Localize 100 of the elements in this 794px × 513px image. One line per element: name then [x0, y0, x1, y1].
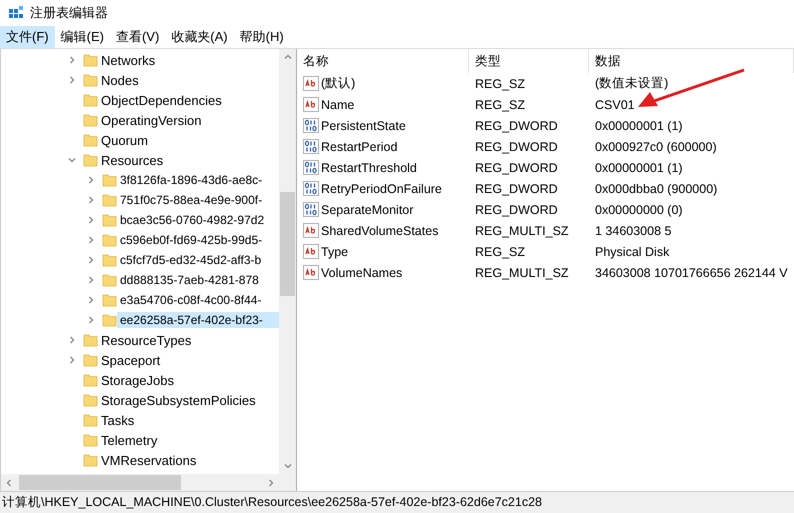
folder-icon [83, 132, 98, 148]
chevron-right-icon[interactable] [87, 316, 95, 324]
table-cell-text: REG_SZ [474, 244, 526, 260]
string-value-icon [303, 97, 319, 112]
table-cell-text: REG_DWORD [474, 180, 559, 198]
value-name: Name [321, 98, 354, 112]
tree-item[interactable]: dd888135-7aeb-4281-878 [117, 272, 262, 288]
table-cell-text: (数值未设置) [594, 75, 670, 92]
tree-item[interactable]: Nodes [98, 72, 142, 88]
folder-icon [102, 172, 117, 188]
menu-item[interactable]: 查看(V) [110, 26, 166, 48]
folder-icon [83, 392, 98, 408]
string-value-icon [303, 76, 319, 91]
folder-icon [102, 192, 117, 208]
tree-item[interactable]: c5fcf7d5-ed32-45d2-aff3-b [117, 252, 264, 268]
tree-item[interactable]: Resources [98, 152, 166, 168]
folder-icon [102, 232, 117, 248]
tree-item[interactable]: e3a54706-c08f-4c00-8f44- [117, 292, 264, 308]
table-cell-text: CSV01 [594, 96, 636, 114]
menu-item[interactable]: 帮助(H) [234, 26, 290, 48]
chevron-right-icon[interactable] [87, 196, 95, 204]
column-header[interactable]: 类型 [469, 49, 589, 73]
chevron-right-icon[interactable] [68, 76, 76, 84]
value-name: SharedVolumeStates [321, 224, 438, 238]
table-cell-text: REG_SZ [474, 76, 526, 92]
folder-icon [83, 92, 98, 108]
chevron-up-icon[interactable] [284, 53, 292, 61]
tree-item[interactable]: bcae3c56-0760-4982-97d2 [117, 212, 268, 228]
status-bar: 计算机\HKEY_LOCAL_MACHINE\0.Cluster\Resources\ee26258a-57ef-402e-bf23-62d6e7c21c28 [0, 491, 794, 513]
folder-icon [102, 212, 117, 228]
tree-item[interactable]: ObjectDependencies [98, 92, 225, 108]
scrollbar-thumb[interactable] [19, 475, 181, 490]
folder-icon [102, 252, 117, 268]
tree-item[interactable]: Tasks [98, 412, 138, 428]
binary-value-icon [303, 160, 319, 175]
chevron-down-icon[interactable] [284, 462, 292, 470]
tree-item[interactable]: VMReservations [98, 452, 200, 468]
chevron-right-icon[interactable] [267, 478, 275, 486]
value-name: (默认) [321, 75, 356, 92]
table-cell-text: REG_DWORD [474, 202, 559, 218]
value-name: Type [321, 244, 348, 258]
folder-icon [102, 312, 117, 328]
binary-value-icon [303, 118, 319, 133]
menu-item[interactable]: 编辑(E) [54, 26, 110, 48]
folder-icon [102, 272, 117, 288]
folder-icon [102, 292, 117, 308]
value-name: VolumeNames [321, 266, 402, 280]
tree-item[interactable]: Networks [98, 52, 158, 68]
chevron-left-icon[interactable] [5, 478, 13, 486]
folder-icon [83, 112, 98, 128]
scrollbar-thumb[interactable] [280, 192, 295, 296]
table-cell-text: REG_DWORD [474, 160, 559, 176]
chevron-right-icon[interactable] [87, 176, 95, 184]
table-cell-text: 1 34603008 5 [594, 222, 672, 240]
chevron-right-icon[interactable] [87, 296, 95, 304]
folder-icon [83, 432, 98, 448]
window-title: 注册表编辑器 [30, 4, 108, 22]
tree-item[interactable]: 3f8126fa-1896-43d6-ae8c- [117, 172, 266, 188]
tree-item[interactable]: Quorum [98, 132, 151, 148]
value-name: PersistentState [321, 118, 406, 132]
table-cell-text: REG_MULTI_SZ [474, 264, 570, 282]
chevron-right-icon[interactable] [68, 356, 76, 364]
string-value-icon [303, 244, 319, 259]
tree-item[interactable]: ee26258a-57ef-402e-bf23- [117, 312, 279, 328]
table-cell-text: REG_SZ [474, 96, 526, 114]
chevron-down-icon[interactable] [68, 156, 76, 164]
binary-value-icon [303, 181, 319, 196]
horizontal-scrollbar[interactable] [1, 474, 279, 491]
folder-icon [83, 152, 98, 168]
vertical-scrollbar[interactable] [279, 49, 296, 474]
tree-item[interactable]: ResourceTypes [98, 332, 194, 348]
chevron-right-icon[interactable] [87, 256, 95, 264]
menu-item[interactable]: 收藏夹(A) [165, 26, 234, 48]
chevron-right-icon[interactable] [68, 56, 76, 64]
tree-item[interactable]: OperatingVersion [98, 112, 204, 128]
chevron-right-icon[interactable] [68, 336, 76, 344]
value-name: RestartPeriod [321, 140, 398, 154]
chevron-right-icon[interactable] [87, 216, 95, 224]
menu-item[interactable]: 文件(F) [0, 26, 55, 48]
folder-icon [83, 332, 98, 348]
tree-item[interactable]: c596eb0f-fd69-425b-99d5- [117, 232, 266, 248]
chevron-right-icon[interactable] [87, 236, 95, 244]
table-cell-text: 0x00000000 (0) [594, 202, 684, 219]
value-name: SeparateMonitor [321, 202, 414, 216]
tree-item[interactable]: Telemetry [98, 432, 160, 448]
table-cell-text: 0x00000001 (1) [594, 118, 684, 135]
table-cell-text: 34603008 10701766656 262144 V [594, 264, 789, 282]
tree-item[interactable]: StorageSubsystemPolicies [98, 392, 259, 408]
tree-item[interactable]: Spaceport [98, 352, 164, 368]
binary-value-icon [303, 139, 319, 154]
registry-app-icon [8, 5, 24, 21]
string-value-icon [303, 223, 319, 238]
column-header[interactable]: 数据 [589, 49, 794, 73]
tree-item[interactable]: 751f0c75-88ea-4e9e-900f- [117, 192, 266, 208]
chevron-right-icon[interactable] [87, 276, 95, 284]
binary-value-icon [303, 202, 319, 217]
string-value-icon [303, 265, 319, 280]
tree-item[interactable]: StorageJobs [98, 372, 177, 388]
folder-icon [83, 52, 98, 68]
column-header[interactable]: 名称 [297, 49, 469, 73]
